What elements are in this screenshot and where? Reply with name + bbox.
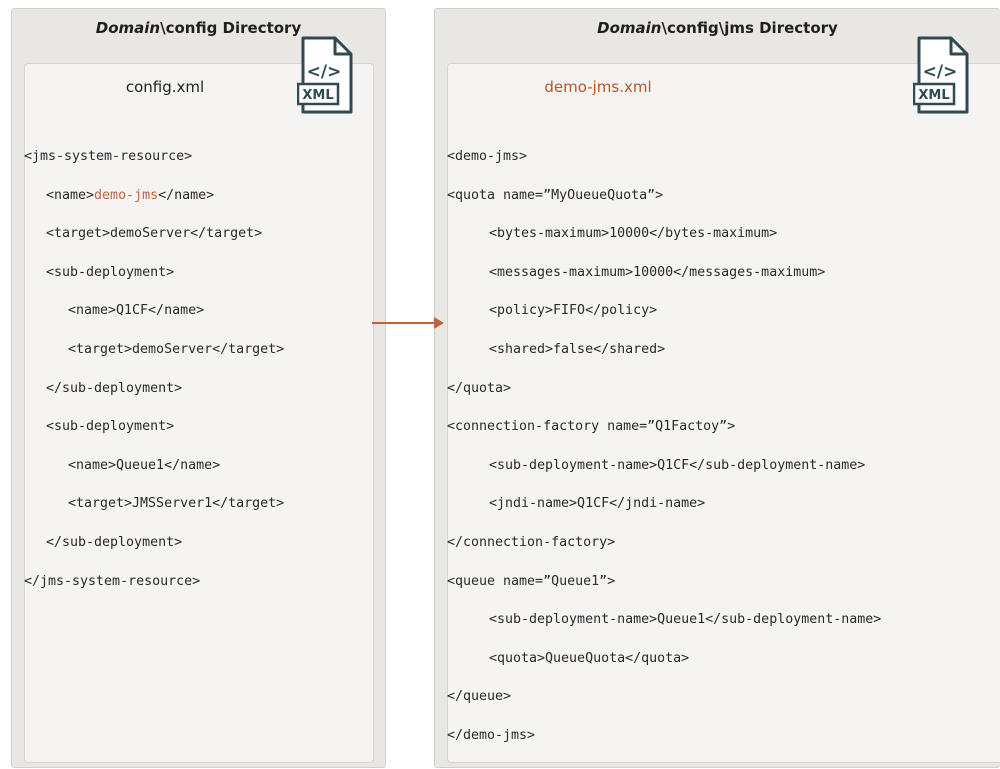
- directory-path: \config\jms Directory: [661, 19, 838, 37]
- code-line: <target>demoServer</target>: [46, 226, 263, 242]
- code-line: <target>JMSServer1</target>: [68, 496, 285, 512]
- config-directory-title: Domain\config Directory: [12, 19, 385, 37]
- code-line: <shared>false</shared>: [489, 342, 666, 357]
- svg-text:</>: </>: [923, 62, 958, 82]
- config-xml-filename: config.xml: [125, 78, 205, 96]
- code-line: </sub-deployment>: [46, 535, 183, 550]
- xml-file-icon: </> XML: [297, 36, 353, 114]
- xml-icon-label: XML: [302, 88, 333, 103]
- code-line: </queue>: [447, 689, 512, 705]
- domain-label: Domain: [597, 19, 662, 37]
- xml-icon-label: XML: [918, 88, 949, 103]
- config-xml-card: config.xml: [24, 63, 374, 763]
- directory-path: \config Directory: [160, 19, 302, 37]
- code-line: </sub-deployment>: [46, 380, 183, 396]
- code-line: <quota name=”MyOueueQuota”>: [447, 187, 664, 203]
- code-line: <messages-maximum>10000</messages-maximu…: [489, 264, 826, 280]
- code-line: <jndi-name>Q1CF</jndi-name>: [489, 496, 706, 512]
- code-line: <target>demoServer</target>: [68, 342, 285, 357]
- code-line: <connection-factory name=”Q1Factoy”>: [447, 419, 736, 435]
- code-line: </jms-system-resource>: [24, 573, 201, 589]
- code-line: <name>demo-jms</name>: [46, 188, 214, 203]
- code-line: <sub-deployment-name>Queue1</sub-deploym…: [489, 612, 882, 628]
- code-line: <sub-deployment-name>Q1CF</sub-deploymen…: [489, 457, 866, 473]
- svg-text:</>: </>: [307, 62, 342, 82]
- domain-label: Domain: [95, 19, 161, 37]
- highlighted-value: demo-jms: [94, 187, 159, 203]
- code-line: <demo-jms>: [447, 149, 528, 164]
- code-line: <sub-deployment>: [46, 419, 175, 435]
- jms-directory-title: Domain\config\jms Directory: [435, 19, 1000, 37]
- reference-arrow: [372, 317, 444, 329]
- code-line: <sub-deployment>: [46, 264, 175, 280]
- xml-file-icon: </> XML: [913, 36, 969, 114]
- code-line: <name>Q1CF</name>: [68, 303, 205, 319]
- code-tag: </name>: [158, 187, 215, 203]
- code-line: </demo-jms>: [447, 728, 536, 743]
- code-line: <jms-system-resource>: [24, 149, 193, 164]
- code-tag: <name>: [46, 187, 95, 203]
- code-line: <queue name=”Queue1”>: [447, 573, 616, 589]
- code-line: </connection-factory>: [447, 535, 616, 550]
- demo-jms-xml-filename: demo-jms.xml: [544, 78, 652, 96]
- code-line: <name>Queue1</name>: [68, 457, 221, 473]
- code-line: </quota>: [447, 380, 512, 396]
- code-line: <bytes-maximum>10000</bytes-maximum>: [489, 226, 778, 242]
- code-line: <policy>FIFO</policy>: [489, 303, 658, 319]
- code-line: <quota>QueueQuota</quota>: [489, 650, 690, 666]
